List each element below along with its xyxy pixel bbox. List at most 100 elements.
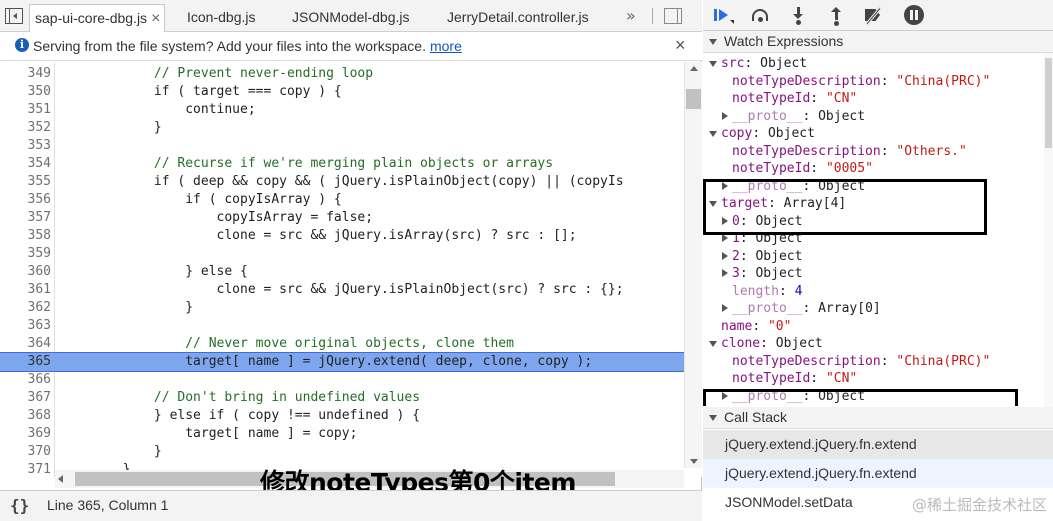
step-out-icon[interactable]: [825, 4, 849, 26]
tab-jerrydetail-controller[interactable]: JerryDetail.controller.js: [447, 4, 589, 32]
watch-tree-row[interactable]: name: "0": [703, 318, 1053, 336]
watch-tree-row[interactable]: __proto__: Array[0]: [703, 300, 1053, 318]
code-line[interactable]: 353: [0, 137, 684, 155]
code-line[interactable]: 360 } else {: [0, 263, 684, 281]
scroll-left-icon[interactable]: [58, 475, 63, 483]
code-line[interactable]: 363: [0, 317, 684, 335]
line-number[interactable]: 349: [0, 65, 51, 83]
line-number[interactable]: 362: [0, 299, 51, 317]
call-stack-frame[interactable]: jQuery.extend.jQuery.fn.extend: [703, 459, 1053, 488]
watch-tree-row[interactable]: length: 4: [703, 283, 1053, 301]
resume-icon[interactable]: [711, 4, 735, 26]
pause-on-exceptions-icon[interactable]: [902, 4, 926, 26]
line-number[interactable]: 352: [0, 119, 51, 137]
toggle-navigator-icon[interactable]: [5, 8, 23, 24]
watch-tree-row[interactable]: noteTypeId: "CN": [703, 90, 1053, 108]
watch-expressions-header[interactable]: Watch Expressions: [703, 31, 1053, 53]
watch-tree-row[interactable]: clone: Object: [703, 335, 1053, 353]
step-into-icon[interactable]: [787, 4, 811, 26]
line-number[interactable]: 359: [0, 245, 51, 263]
scrollbar-thumb[interactable]: [686, 89, 701, 109]
current-execution-line[interactable]: 365 target[ name ] = jQuery.extend( deep…: [0, 352, 685, 372]
line-number[interactable]: 353: [0, 137, 51, 155]
code-line[interactable]: 370 }: [0, 443, 684, 461]
deactivate-breakpoints-icon[interactable]: [863, 4, 887, 26]
code-line[interactable]: 362 }: [0, 299, 684, 317]
scrollbar-thumb[interactable]: [1045, 58, 1052, 148]
tab-sap-ui-core[interactable]: sap-ui-core-dbg.js ×: [29, 4, 166, 32]
collapsed-arrow-icon[interactable]: [722, 234, 728, 242]
line-number[interactable]: 365: [0, 353, 51, 371]
line-number[interactable]: 367: [0, 389, 51, 407]
editor-vertical-scrollbar[interactable]: [684, 62, 702, 468]
collapsed-arrow-icon[interactable]: [722, 111, 728, 120]
watch-tree-row[interactable]: noteTypeDescription: "China(PRC)": [703, 73, 1053, 91]
line-number[interactable]: 364: [0, 335, 51, 353]
step-over-icon[interactable]: [749, 4, 773, 26]
code-line[interactable]: 366: [0, 371, 684, 389]
line-number[interactable]: 369: [0, 425, 51, 443]
pretty-print-icon[interactable]: {}: [10, 496, 29, 515]
watch-tree-row[interactable]: noteTypeId: "0005": [703, 160, 1053, 178]
line-number[interactable]: 351: [0, 101, 51, 119]
line-number[interactable]: 355: [0, 173, 51, 191]
watch-tree-row[interactable]: copy: Object: [703, 125, 1053, 143]
line-number[interactable]: 371: [0, 461, 51, 477]
line-number[interactable]: 354: [0, 155, 51, 173]
watch-tree-row[interactable]: __proto__: Object: [703, 108, 1053, 126]
watch-tree-row[interactable]: noteTypeId: "CN": [703, 370, 1053, 388]
line-number[interactable]: 356: [0, 191, 51, 209]
code-line[interactable]: 350 if ( target === copy ) {: [0, 83, 684, 101]
collapsed-arrow-icon[interactable]: [722, 269, 728, 277]
code-line[interactable]: 352 }: [0, 119, 684, 137]
code-line[interactable]: 368 } else if ( copy !== undefined ) {: [0, 407, 684, 425]
watch-scrollbar[interactable]: [1044, 53, 1053, 408]
code-line[interactable]: 357 copyIsArray = false;: [0, 209, 684, 227]
scroll-down-icon[interactable]: [690, 459, 698, 464]
watch-tree-row[interactable]: 3: Object: [703, 265, 1053, 283]
line-number[interactable]: 361: [0, 281, 51, 299]
expanded-arrow-icon[interactable]: [709, 61, 717, 67]
code-line[interactable]: 361 clone = src && jQuery.isPlainObject(…: [0, 281, 684, 299]
watch-tree-row[interactable]: src: Object: [703, 55, 1053, 73]
collapsed-arrow-icon[interactable]: [722, 304, 728, 312]
toggle-debugger-icon[interactable]: [664, 8, 682, 24]
property-separator: :: [760, 336, 776, 351]
line-number[interactable]: 350: [0, 83, 51, 101]
watch-tree-row[interactable]: noteTypeDescription: "China(PRC)": [703, 353, 1053, 371]
code-line[interactable]: 364 // Never move original objects, clon…: [0, 335, 684, 353]
line-number[interactable]: 368: [0, 407, 51, 425]
code-line[interactable]: 358 clone = src && jQuery.isArray(src) ?…: [0, 227, 684, 245]
code-line[interactable]: 354 // Recurse if we're merging plain ob…: [0, 155, 684, 173]
line-number[interactable]: 358: [0, 227, 51, 245]
code-line[interactable]: 367 // Don't bring in undefined values: [0, 389, 684, 407]
code-line[interactable]: 355 if ( deep && copy && ( jQuery.isPlai…: [0, 173, 684, 191]
call-stack-frame[interactable]: jQuery.extend.jQuery.fn.extend: [703, 430, 1053, 459]
close-tab-icon[interactable]: ×: [151, 10, 160, 27]
watch-tree-row[interactable]: noteTypeDescription: "Others.": [703, 143, 1053, 161]
tab-icon-dbg[interactable]: Icon-dbg.js: [187, 4, 255, 32]
infobar-more-link[interactable]: more: [430, 38, 462, 54]
call-stack-header[interactable]: Call Stack: [703, 407, 1053, 429]
expanded-arrow-icon[interactable]: [709, 131, 717, 137]
line-number[interactable]: 363: [0, 317, 51, 335]
collapsed-arrow-icon[interactable]: [722, 251, 728, 260]
code-line[interactable]: 351 continue;: [0, 101, 684, 119]
expanded-arrow-icon[interactable]: [709, 341, 717, 347]
scroll-up-icon[interactable]: [690, 66, 698, 71]
more-tabs-icon[interactable]: »: [626, 6, 636, 25]
close-infobar-icon[interactable]: ×: [675, 35, 686, 56]
code-line[interactable]: 359: [0, 245, 684, 263]
code-line[interactable]: 349 // Prevent never-ending loop: [0, 65, 684, 83]
line-number[interactable]: 370: [0, 443, 51, 461]
code-editor[interactable]: 349 // Prevent never-ending loop 350 if (…: [0, 62, 702, 477]
collapse-arrow-icon[interactable]: [709, 39, 717, 45]
line-number[interactable]: 366: [0, 371, 51, 389]
code-line[interactable]: 356 if ( copyIsArray ) {: [0, 191, 684, 209]
code-line[interactable]: 369 target[ name ] = copy;: [0, 425, 684, 443]
tab-jsonmodel-dbg[interactable]: JSONModel-dbg.js: [292, 4, 410, 32]
line-number[interactable]: 357: [0, 209, 51, 227]
line-number[interactable]: 360: [0, 263, 51, 281]
watch-tree-row[interactable]: 2: Object: [703, 248, 1053, 266]
collapse-arrow-icon[interactable]: [709, 415, 717, 421]
